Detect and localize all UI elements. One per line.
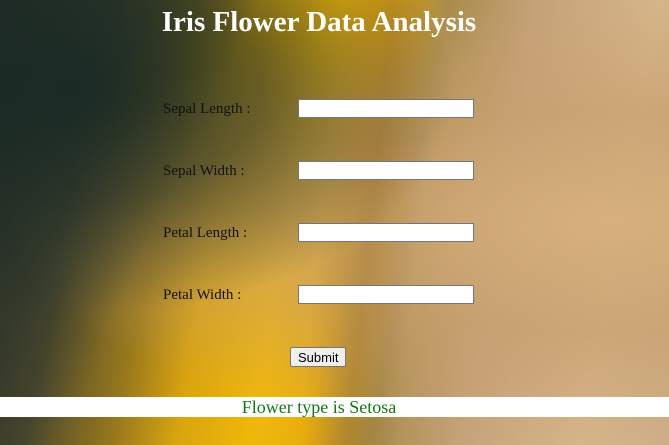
sepal-width-row: Sepal Width : xyxy=(163,161,483,183)
sepal-width-label: Sepal Width : xyxy=(163,163,245,179)
sepal-length-input[interactable] xyxy=(298,99,474,118)
result-bar: Flower type is Setosa xyxy=(0,397,669,417)
prediction-result: Flower type is Setosa xyxy=(241,397,397,417)
petal-length-input[interactable] xyxy=(298,223,474,242)
petal-width-label: Petal Width : xyxy=(163,287,242,303)
petal-length-row: Petal Length : xyxy=(163,223,483,245)
sepal-length-label: Sepal Length : xyxy=(163,101,251,117)
submit-button[interactable]: Submit xyxy=(290,347,347,367)
petal-width-row: Petal Width : xyxy=(163,285,483,307)
petal-length-label: Petal Length : xyxy=(163,225,248,241)
petal-width-input[interactable] xyxy=(298,285,474,304)
sepal-length-row: Sepal Length : xyxy=(163,99,483,121)
sepal-width-input[interactable] xyxy=(298,161,474,180)
page-title: Iris Flower Data Analysis xyxy=(161,6,477,38)
